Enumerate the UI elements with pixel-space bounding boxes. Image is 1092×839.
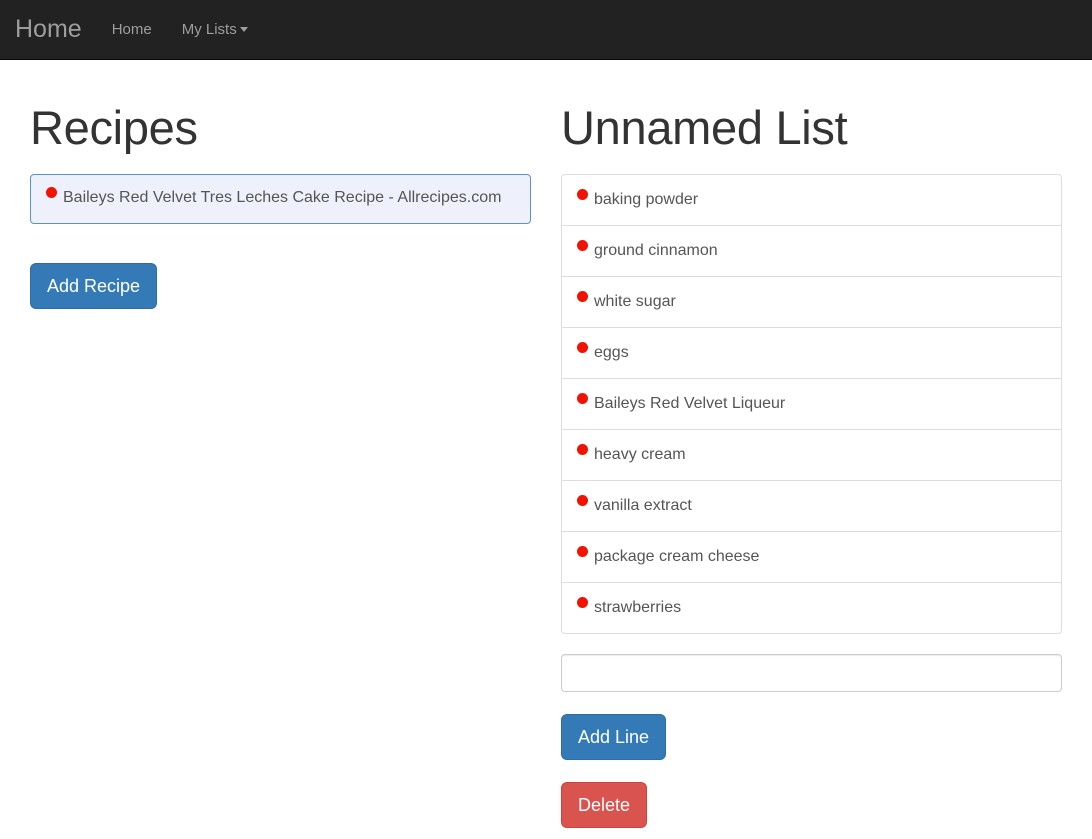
nav-link-my-lists[interactable]: My Lists [167,0,263,60]
navbar-brand-home[interactable]: Home [0,17,97,42]
nav-item-my-lists: My Lists [167,0,263,60]
red-dot-icon [46,186,57,198]
nav-link-home[interactable]: Home [97,0,167,60]
main-navbar: Home Home My Lists [0,0,1092,60]
recipe-list-item[interactable]: Baileys Red Velvet Tres Leches Cake Reci… [30,173,531,224]
list-item-label: package cream cheese [594,547,760,565]
list-column: Unnamed List baking powder ground cinnam… [546,60,1077,828]
nav-link-home-label: Home [111,20,152,38]
ingredient-list: baking powder ground cinnamon white suga… [561,173,1062,634]
list-item-row: eggs [577,341,1046,364]
red-dot-icon [577,239,588,251]
red-dot-icon [577,443,588,455]
list-item-label: Baileys Red Velvet Liqueur [594,394,786,412]
nav-item-home: Home [97,0,167,60]
red-dot-icon [577,290,588,302]
list-item[interactable]: package cream cheese [561,530,1062,583]
navbar-nav: Home My Lists [97,0,263,60]
list-item-label: eggs [594,343,629,361]
list-item-row: ground cinnamon [577,239,1046,262]
add-recipe-button[interactable]: Add Recipe [30,262,158,309]
list-item-label: ground cinnamon [594,241,718,259]
recipe-item-row: Baileys Red Velvet Tres Leches Cake Reci… [46,186,515,209]
page-container: Recipes Baileys Red Velvet Tres Leches C… [15,60,1077,828]
list-item[interactable]: strawberries [561,581,1062,634]
recipe-item-label: Baileys Red Velvet Tres Leches Cake Reci… [63,188,502,206]
red-dot-icon [577,392,588,404]
list-item-row: vanilla extract [577,494,1046,517]
nav-link-my-lists-label: My Lists [181,20,237,38]
list-item-row: baking powder [577,188,1046,211]
list-item[interactable]: ground cinnamon [561,224,1062,277]
list-item[interactable]: vanilla extract [561,479,1062,532]
list-item[interactable]: eggs [561,326,1062,379]
delete-button[interactable]: Delete [561,781,648,828]
list-item-row: white sugar [577,290,1046,313]
red-dot-icon [577,596,588,608]
list-item-label: vanilla extract [594,496,692,514]
recipes-column: Recipes Baileys Red Velvet Tres Leches C… [15,60,546,828]
recipes-heading: Recipes [30,101,198,154]
list-item[interactable]: white sugar [561,275,1062,328]
list-item-label: strawberries [594,598,682,616]
list-item-row: strawberries [577,596,1046,619]
chevron-down-icon [239,27,248,33]
recipes-list: Baileys Red Velvet Tres Leches Cake Reci… [30,173,531,224]
list-item-label: white sugar [594,292,676,310]
list-item[interactable]: baking powder [561,173,1062,226]
new-line-input[interactable] [561,653,1062,692]
list-item-row: package cream cheese [577,545,1046,568]
list-heading: Unnamed List [561,101,848,154]
list-item-row: Baileys Red Velvet Liqueur [577,392,1046,415]
red-dot-icon [577,494,588,506]
list-item-row: heavy cream [577,443,1046,466]
red-dot-icon [577,188,588,200]
list-item[interactable]: Baileys Red Velvet Liqueur [561,377,1062,430]
red-dot-icon [577,545,588,557]
content-row: Recipes Baileys Red Velvet Tres Leches C… [15,60,1077,828]
list-item[interactable]: heavy cream [561,428,1062,481]
add-line-button[interactable]: Add Line [561,713,667,760]
list-item-label: heavy cream [594,445,686,463]
red-dot-icon [577,341,588,353]
list-item-label: baking powder [594,190,699,208]
